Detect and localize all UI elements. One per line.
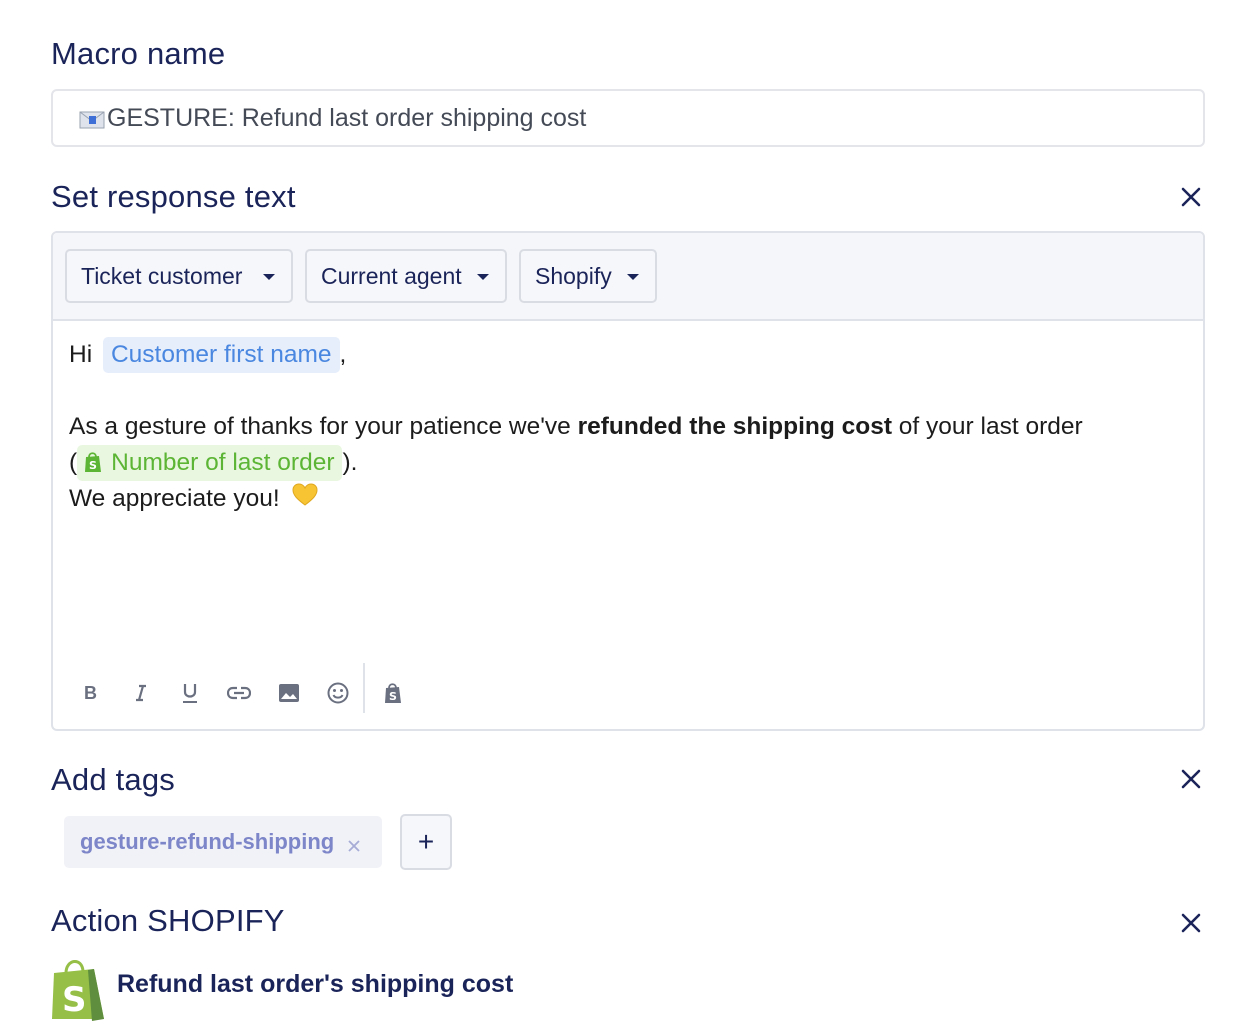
envelope-icon: [79, 108, 105, 129]
svg-text:B: B: [84, 683, 97, 703]
order-number-variable[interactable]: S Number of last order: [77, 445, 343, 481]
tag-label: gesture-refund-shipping: [80, 829, 335, 854]
order-number-label: Number of last order: [111, 449, 335, 476]
macro-name-input[interactable]: GESTURE: Refund last order shipping cost: [51, 89, 1205, 147]
svg-text:S: S: [389, 690, 397, 703]
yellow-heart-icon: [292, 482, 318, 518]
underline-icon[interactable]: [170, 673, 210, 713]
macro-name-value: GESTURE: Refund last order shipping cost: [107, 103, 587, 132]
add-tag-button[interactable]: +: [400, 814, 452, 870]
current-agent-label: Current agent: [321, 262, 462, 289]
chevron-down-icon: [263, 274, 275, 280]
macro-name-heading: Macro name: [51, 36, 226, 71]
tags-heading: Add tags: [51, 762, 175, 797]
ticket-customer-label: Ticket customer: [81, 262, 243, 289]
image-icon[interactable]: [269, 673, 309, 713]
shopify-icon: S: [85, 452, 102, 472]
paragraph-start: As a gesture of thanks for your patience…: [69, 413, 578, 440]
link-icon[interactable]: [219, 673, 259, 713]
action-label: Refund last order's shipping cost: [117, 970, 514, 998]
shopify-dropdown[interactable]: Shopify: [519, 249, 657, 303]
close-tags-icon[interactable]: [1178, 766, 1204, 792]
svg-text:S: S: [89, 459, 97, 472]
tag-chip: gesture-refund-shipping: [64, 816, 382, 868]
toolbar-divider: [363, 663, 365, 713]
emoji-icon[interactable]: [318, 673, 358, 713]
variable-toolbar: Ticket customer Current agent Shopify: [53, 233, 1203, 321]
shopify-label: Shopify: [535, 262, 612, 289]
bold-icon[interactable]: B: [71, 673, 111, 713]
paragraph-end: of your last order: [892, 413, 1083, 440]
closing-text: We appreciate you!: [69, 485, 280, 512]
paren-close: ).: [342, 449, 358, 476]
italic-icon[interactable]: [121, 673, 161, 713]
remove-tag-icon[interactable]: [346, 834, 362, 852]
comma-text: ,: [339, 341, 347, 368]
chevron-down-icon: [627, 274, 639, 280]
paragraph-bold: refunded the shipping cost: [577, 413, 892, 440]
formatting-toolbar: B S: [69, 663, 469, 723]
customer-first-name-variable[interactable]: Customer first name: [102, 337, 340, 373]
response-heading: Set response text: [51, 179, 296, 214]
paren-open: (: [69, 449, 78, 476]
svg-text:S: S: [62, 980, 87, 1020]
action-heading: Action SHOPIFY: [51, 903, 285, 938]
response-editor[interactable]: Ticket customer Current agent Shopify Hi…: [51, 231, 1205, 731]
close-action-icon[interactable]: [1178, 910, 1204, 936]
chevron-down-icon: [477, 274, 489, 280]
greeting-text: Hi: [69, 341, 93, 368]
shopify-icon[interactable]: S: [373, 673, 413, 713]
shopify-logo-icon: S: [50, 955, 106, 1021]
ticket-customer-dropdown[interactable]: Ticket customer: [65, 249, 293, 303]
close-response-icon[interactable]: [1178, 184, 1204, 210]
current-agent-dropdown[interactable]: Current agent: [305, 249, 507, 303]
